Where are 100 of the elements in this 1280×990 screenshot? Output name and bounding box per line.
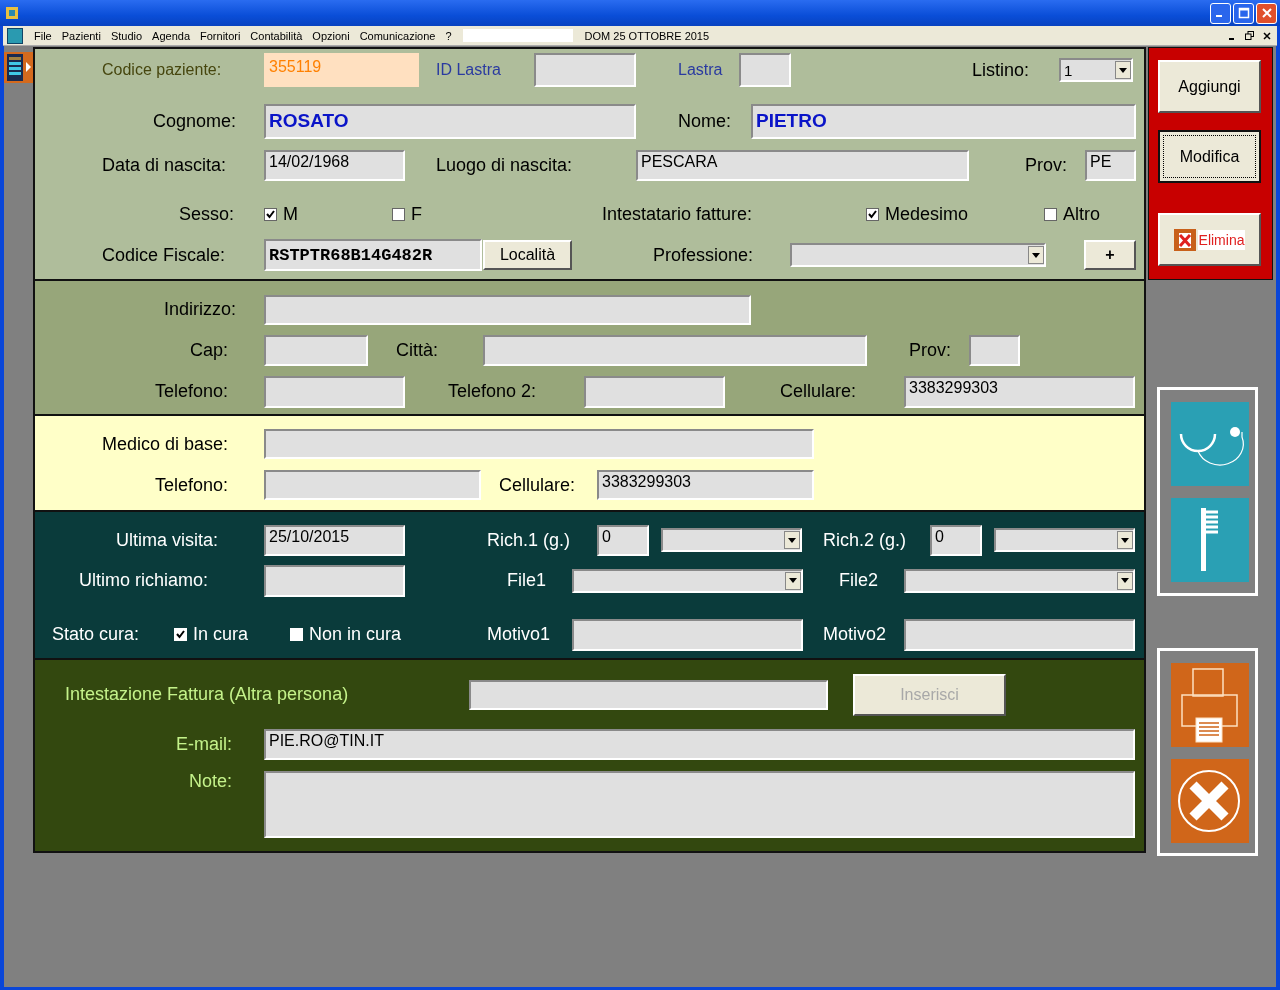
checkbox[interactable]: [392, 207, 405, 221]
input-field[interactable]: PIE.RO@TIN.IT: [264, 728, 1135, 760]
checkbox-label[interactable]: In cura: [193, 624, 249, 646]
checkbox[interactable]: [1044, 207, 1057, 221]
checkbox[interactable]: [264, 207, 277, 221]
menu-item[interactable]: File: [29, 29, 57, 42]
menu-item[interactable]: Comunicazione: [354, 29, 441, 42]
input-field[interactable]: [264, 334, 368, 366]
menu-item[interactable]: Opzioni: [307, 29, 355, 42]
minimize-icon: [1228, 37, 1234, 40]
stethoscope-icon[interactable]: [1171, 402, 1249, 486]
menu-item[interactable]: Fornitori: [195, 29, 246, 42]
input-field[interactable]: [264, 429, 814, 460]
input-field[interactable]: PE: [1085, 150, 1136, 181]
input-field[interactable]: [264, 294, 751, 325]
field-label: E-mail:: [175, 733, 233, 755]
close-icon[interactable]: [1171, 759, 1249, 843]
input-field[interactable]: ROSATO: [264, 104, 636, 139]
field-label: Medico di base:: [100, 433, 229, 455]
input-field[interactable]: 0: [597, 524, 649, 556]
input-field[interactable]: 14/02/1968: [264, 150, 405, 181]
minimize-icon: [1215, 15, 1222, 17]
menu-item[interactable]: Contabilità: [245, 29, 308, 42]
dropdown[interactable]: [661, 528, 802, 553]
close-icon: [1260, 7, 1273, 19]
field-label: Luogo di nascita:: [435, 155, 574, 176]
field-label: Intestatario fatture:: [601, 203, 754, 225]
dropdown[interactable]: [572, 568, 803, 593]
input-field[interactable]: PESCARA: [636, 150, 969, 181]
input-field[interactable]: [264, 375, 405, 408]
checkbox-label[interactable]: Non in cura: [309, 624, 402, 646]
field-label: Intestazione Fattura (Altra persona): [64, 684, 350, 706]
restore-icon: [1244, 31, 1254, 40]
maximize-button[interactable]: [1233, 2, 1254, 24]
checkbox-label[interactable]: M: [283, 203, 298, 225]
checkbox-label[interactable]: F: [411, 203, 422, 225]
input-field[interactable]: PIETRO: [751, 104, 1136, 139]
field-label: Città:: [395, 339, 439, 361]
field-label: Rich.2 (g.): [822, 529, 908, 551]
field-label: Ultima visita:: [115, 529, 219, 551]
input-field[interactable]: 0: [930, 524, 982, 556]
trash-icon: [1173, 228, 1196, 251]
field-label: Prov:: [908, 339, 952, 361]
field-label: Codice Fiscale:: [101, 244, 227, 266]
input-field[interactable]: [469, 679, 828, 710]
delete-button[interactable]: Elimina: [1158, 213, 1261, 266]
toothbrush-icon[interactable]: [1171, 498, 1249, 582]
input-field[interactable]: 25/10/2015: [264, 524, 405, 556]
action-button[interactable]: Modifica: [1158, 130, 1261, 183]
action-button[interactable]: Aggiungi: [1158, 60, 1261, 113]
text-area[interactable]: [264, 770, 1135, 838]
input-field[interactable]: [584, 375, 725, 408]
field-label: Telefono 2:: [447, 381, 538, 403]
field-label: Indirizzo:: [162, 299, 237, 321]
field-label: Listino:: [971, 59, 1031, 81]
field-label: Prov:: [1024, 155, 1068, 176]
checkbox[interactable]: [866, 207, 879, 221]
dropdown-button[interactable]: [785, 571, 801, 590]
input-field[interactable]: 3383299303: [904, 375, 1135, 408]
field-label: Motivo2: [822, 624, 888, 646]
input-field[interactable]: [534, 53, 636, 87]
dropdown-button[interactable]: [1028, 246, 1044, 264]
menu-item[interactable]: Pazienti: [56, 29, 106, 42]
printer-icon[interactable]: [1171, 663, 1249, 747]
input-field[interactable]: [462, 29, 573, 42]
field-label: Cognome:: [151, 111, 237, 132]
checkbox-label[interactable]: Medesimo: [885, 203, 969, 225]
field-label: Lastra: [677, 61, 724, 79]
caret-icon: [789, 578, 797, 584]
dropdown[interactable]: [994, 528, 1135, 553]
input-field[interactable]: [483, 334, 867, 366]
menu-item[interactable]: ?: [440, 29, 457, 42]
input-field[interactable]: [739, 53, 791, 87]
dropdown-button[interactable]: [1117, 531, 1133, 550]
dropdown[interactable]: [904, 568, 1135, 593]
date-label: DOM 25 OTTOBRE 2015: [583, 29, 711, 42]
app-icon: [4, 5, 20, 21]
field-label: File1: [506, 570, 547, 592]
input-field[interactable]: [904, 618, 1135, 651]
field-label: Note:: [187, 770, 233, 792]
caret-icon: [788, 537, 796, 543]
menu-item[interactable]: Studio: [105, 29, 148, 42]
checkbox-label[interactable]: Altro: [1063, 203, 1100, 225]
field-label: Ultimo richiamo:: [77, 570, 209, 592]
field-label: Telefono:: [153, 381, 229, 403]
dropdown[interactable]: 1: [1059, 58, 1133, 82]
menu-item[interactable]: Agenda: [147, 29, 195, 42]
input-field[interactable]: [264, 564, 405, 597]
input-field[interactable]: RSTPTR68B14G482R: [264, 239, 482, 271]
input-field[interactable]: [969, 334, 1020, 366]
caret-icon: [1119, 67, 1127, 73]
dropdown-button[interactable]: [1117, 571, 1133, 590]
dropdown-button[interactable]: [1115, 61, 1131, 79]
input-field[interactable]: [264, 470, 481, 501]
button[interactable]: Località: [483, 240, 572, 270]
input-field[interactable]: [572, 618, 803, 651]
input-field[interactable]: 3383299303: [597, 470, 814, 501]
field-label: Telefono:: [153, 474, 229, 496]
dropdown-button[interactable]: [784, 531, 800, 550]
button[interactable]: +: [1084, 240, 1136, 270]
